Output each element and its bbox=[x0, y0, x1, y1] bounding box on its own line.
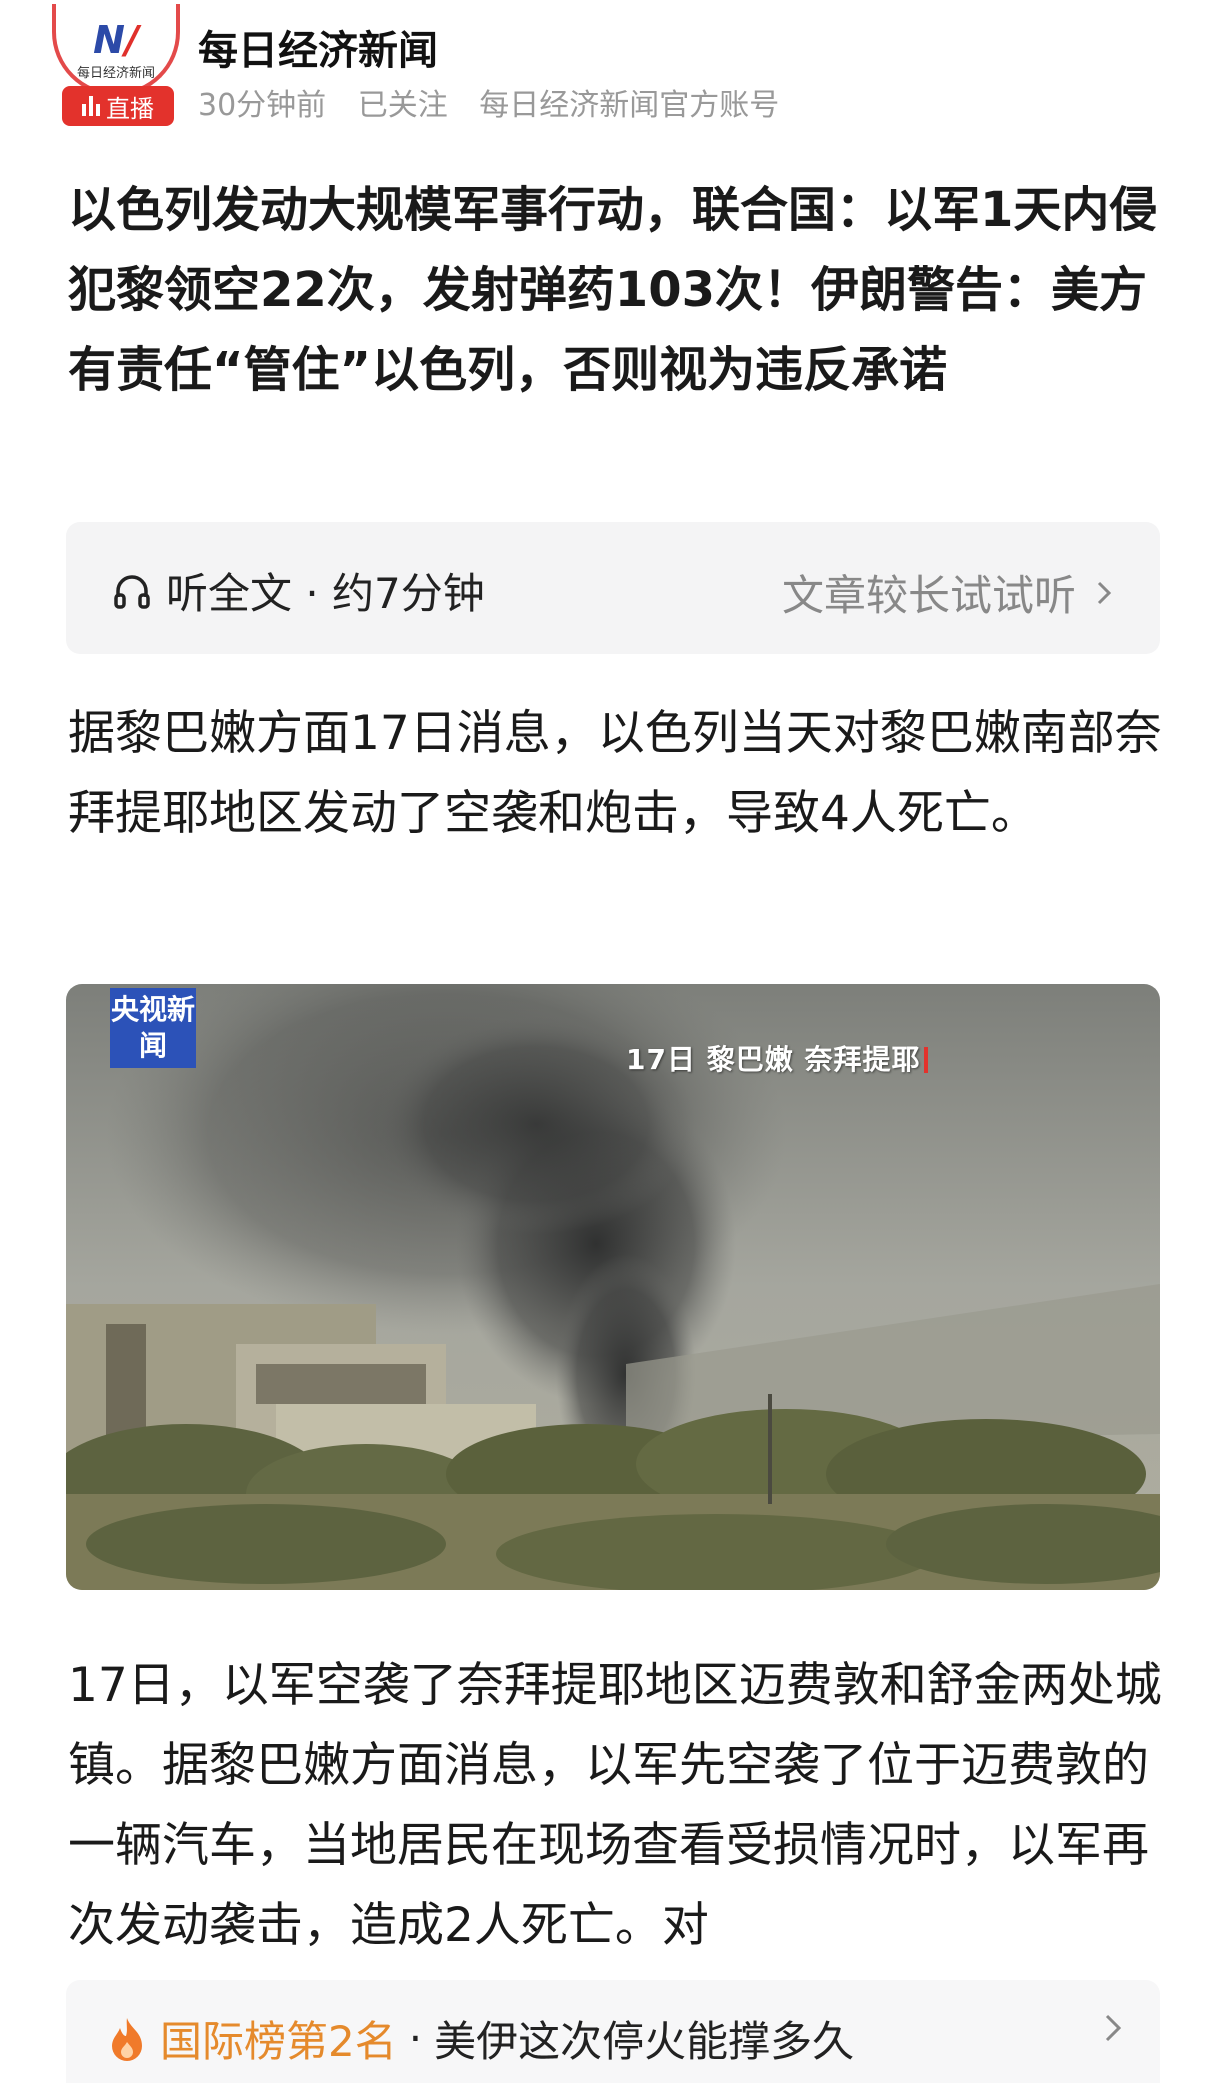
listen-full-text[interactable]: 听全文 · 约7分钟 bbox=[112, 560, 485, 621]
publish-time: 30分钟前 bbox=[198, 88, 327, 123]
chevron-right-icon bbox=[1097, 581, 1112, 604]
cctv-news-logo: 央视新闻 bbox=[110, 988, 196, 1068]
follow-status[interactable]: 已关注 bbox=[358, 88, 448, 123]
listen-hint[interactable]: 文章较长试试听 bbox=[782, 562, 1114, 623]
headphones-icon bbox=[114, 574, 150, 609]
image-caption: 17日 黎巴嫩 奈拜提耶 bbox=[626, 1038, 929, 1078]
account-meta: 30分钟前 已关注 每日经济新闻官方账号 bbox=[198, 80, 801, 124]
listen-label: 听全文 · 约7分钟 bbox=[166, 569, 485, 618]
avatar-label: 每日经济新闻 bbox=[76, 66, 155, 81]
smoke-scene-image bbox=[66, 984, 1160, 1590]
live-bars-icon bbox=[82, 96, 100, 116]
hot-list-topic: 美伊这次停火能撑多久 bbox=[434, 2017, 855, 2066]
article-paragraph-1: 据黎巴嫩方面17日消息，以色列当天对黎巴嫩南部奈拜提耶地区发动了空袭和炮击，导致… bbox=[68, 706, 1162, 841]
live-label: 直播 bbox=[106, 94, 154, 123]
article-title: 以色列发动大规模军事行动，联合国：以军1天内侵犯黎领空22次，发射弹药103次！… bbox=[68, 182, 1158, 398]
hot-list-rank: 国际榜第2名 bbox=[160, 2017, 397, 2066]
listen-bar[interactable]: 听全文 · 约7分钟 文章较长试试听 bbox=[66, 522, 1160, 654]
nbd-logo-icon: N/ bbox=[93, 18, 139, 62]
news-photo[interactable]: 央视新闻 17日 黎巴嫩 奈拜提耶 bbox=[66, 984, 1160, 1590]
article-header: N/ 每日经济新闻 直播 每日经济新闻 30分钟前 已关注 每日经济新闻官方账号 bbox=[0, 0, 1224, 150]
hot-list-bar[interactable]: 国际榜第2名 · 美伊这次停火能撑多久 bbox=[66, 1980, 1160, 2083]
image-caption-text: 17日 黎巴嫩 奈拜提耶 bbox=[626, 1043, 921, 1076]
account-name[interactable]: 每日经济新闻 bbox=[198, 18, 438, 76]
flame-icon bbox=[112, 2017, 142, 2061]
live-badge[interactable]: 直播 bbox=[62, 86, 174, 126]
account-description: 每日经济新闻官方账号 bbox=[479, 88, 780, 123]
account-avatar[interactable]: N/ 每日经济新闻 bbox=[52, 4, 180, 96]
article-paragraph-2: 17日，以军空袭了奈拜提耶地区迈费敦和舒金两处城镇。据黎巴嫩方面消息，以军先空袭… bbox=[68, 1658, 1162, 1953]
chevron-right-icon[interactable] bbox=[1102, 2006, 1124, 2061]
hot-list-entry[interactable]: 国际榜第2名 · 美伊这次停火能撑多久 bbox=[106, 2008, 854, 2069]
hot-list-separator: · bbox=[408, 2014, 423, 2063]
listen-hint-label: 文章较长试试听 bbox=[781, 571, 1076, 620]
